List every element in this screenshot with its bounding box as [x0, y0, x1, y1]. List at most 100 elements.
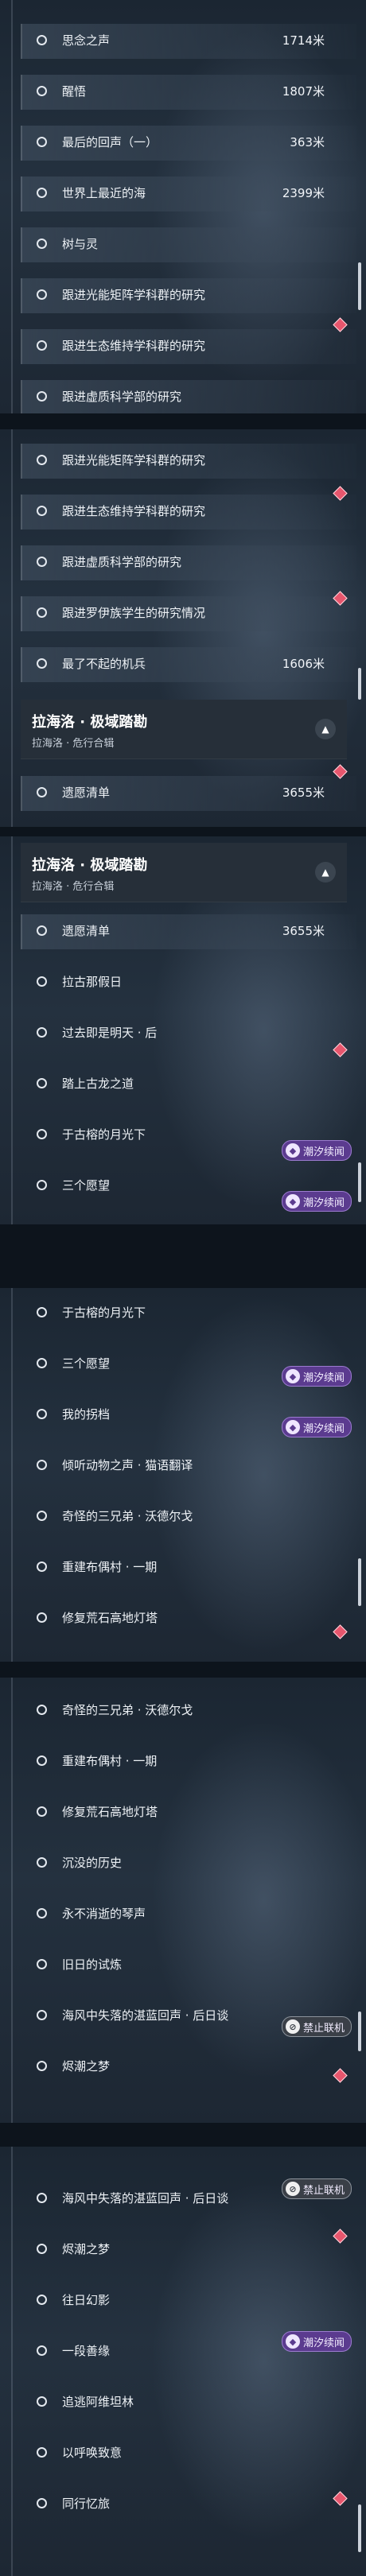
- quest-title: 跟进生态维持学科群的研究: [62, 504, 206, 518]
- quest-item[interactable]: 重建布偶村 · 一期: [0, 1542, 366, 1593]
- quest-item[interactable]: 以呼唤致意: [0, 2428, 366, 2479]
- scrollbar-thumb[interactable]: [358, 262, 361, 310]
- quest-item[interactable]: 跟进罗伊族学生的研究情况: [0, 588, 366, 639]
- quest-item[interactable]: 跟进虚质科学部的研究: [0, 372, 366, 413]
- quest-title: 遗愿清单: [62, 786, 111, 800]
- quest-title: 三个愿望: [62, 1178, 111, 1193]
- radio-icon: [37, 1460, 47, 1470]
- quest-item[interactable]: 跟进虚质科学部的研究: [0, 537, 366, 588]
- quest-item[interactable]: 同行忆旅: [0, 2479, 366, 2530]
- tide-badge: ◆ 潮汐续闻: [281, 1417, 352, 1437]
- no-coop-icon: ⊘: [285, 2182, 300, 2196]
- radio-icon: [37, 86, 47, 96]
- tide-badge: ◆ 潮汐续闻: [281, 1191, 352, 1212]
- quest-item[interactable]: 奇怪的三兄弟 · 沃德尔戈: [0, 1492, 366, 1542]
- quest-title: 往日幻影: [62, 2293, 111, 2307]
- tide-icon: ◆: [285, 2334, 300, 2349]
- quest-panel-strip-3: 拉海洛 · 极域踏勘 拉海洛 · 危行合辑 ▲ 遗愿清单 3655米 拉古那假日 …: [0, 836, 366, 1224]
- radio-icon: [37, 137, 47, 147]
- quest-item[interactable]: 修复荒石高地灯塔: [0, 1593, 366, 1644]
- quest-item[interactable]: 于古榕的月光下: [0, 1288, 366, 1339]
- radio-icon: [37, 925, 47, 936]
- quest-item[interactable]: 修复荒石高地灯塔: [0, 1787, 366, 1838]
- quest-item[interactable]: 沉没的历史: [0, 1838, 366, 1889]
- radio-icon: [37, 188, 47, 198]
- quest-item[interactable]: 跟进光能矩阵学科群的研究: [0, 436, 366, 487]
- radio-icon: [37, 2295, 47, 2305]
- tide-badge: ◆ 潮汐续闻: [281, 1366, 352, 1387]
- quest-panel-strip-4: 于古榕的月光下 三个愿望 我的拐档 倾听动物之声 · 猫语翻译 奇怪的三兄弟 ·…: [0, 1288, 366, 1662]
- radio-icon: [37, 506, 47, 516]
- quest-title: 同行忆旅: [62, 2496, 111, 2511]
- quest-item[interactable]: 思念之声 1714米: [0, 16, 366, 67]
- quest-item[interactable]: 烬潮之梦: [0, 2042, 366, 2093]
- radio-icon: [37, 35, 47, 45]
- quest-title: 于古榕的月光下: [62, 1127, 146, 1142]
- no-coop-badge: ⊘ 禁止联机: [281, 2016, 352, 2037]
- radio-icon: [37, 976, 47, 987]
- quest-group-header[interactable]: 拉海洛 · 极域踏勘 拉海洛 · 危行合辑 ▲: [21, 700, 347, 759]
- quest-distance: 3655米: [282, 786, 325, 800]
- quest-item[interactable]: 永不消逝的琴声: [0, 1889, 366, 1940]
- quest-item[interactable]: 最后的回声（一） 363米: [0, 118, 366, 169]
- radio-icon: [37, 1562, 47, 1572]
- quest-item[interactable]: 奇怪的三兄弟 · 沃德尔戈: [0, 1686, 366, 1736]
- quest-item[interactable]: 最了不起的机兵 1606米: [0, 639, 366, 690]
- quest-item[interactable]: 世界上最近的海 2399米: [0, 169, 366, 219]
- quest-title: 永不消逝的琴声: [62, 1907, 146, 1921]
- quest-item[interactable]: 跟进生态维持学科群的研究: [0, 487, 366, 537]
- quest-item[interactable]: 拉古那假日: [0, 957, 366, 1008]
- quest-item[interactable]: 过去即是明天 · 后: [0, 1008, 366, 1059]
- quest-item[interactable]: 倾听动物之声 · 猫语翻译: [0, 1441, 366, 1492]
- group-title: 拉海洛 · 极域踏勘: [32, 714, 148, 731]
- no-coop-badge-label: 禁止联机: [302, 2022, 345, 2035]
- radio-icon: [37, 391, 47, 402]
- quest-title: 思念之声: [62, 33, 111, 48]
- quest-item[interactable]: 遗愿清单 3655米: [0, 906, 366, 957]
- quest-title: 三个愿望: [62, 1356, 111, 1371]
- quest-panel-strip-5: 奇怪的三兄弟 · 沃德尔戈 重建布偶村 · 一期 修复荒石高地灯塔 沉没的历史 …: [0, 1678, 366, 2123]
- quest-title: 奇怪的三兄弟 · 沃德尔戈: [62, 1509, 193, 1523]
- tide-icon: ◆: [285, 1369, 300, 1383]
- quest-item[interactable]: 重建布偶村 · 一期: [0, 1736, 366, 1787]
- quest-title: 世界上最近的海: [62, 186, 146, 200]
- no-coop-badge-label: 禁止联机: [302, 2184, 345, 2197]
- quest-distance: 1606米: [282, 657, 325, 671]
- radio-icon: [37, 2061, 47, 2071]
- quest-item[interactable]: 追逃阿维坦林: [0, 2377, 366, 2428]
- quest-item[interactable]: 跟进光能矩阵学科群的研究: [0, 270, 366, 321]
- no-coop-icon: ⊘: [285, 2019, 300, 2034]
- quest-item[interactable]: 醒悟 1807米: [0, 67, 366, 118]
- quest-item[interactable]: 烬潮之梦: [0, 2225, 366, 2275]
- quest-title: 跟进光能矩阵学科群的研究: [62, 453, 206, 467]
- scrollbar-thumb[interactable]: [358, 1162, 361, 1202]
- quest-item[interactable]: 遗愿清单 3655米: [0, 768, 366, 819]
- scrollbar-thumb[interactable]: [358, 668, 361, 700]
- radio-icon: [37, 2498, 47, 2508]
- radio-icon: [37, 607, 47, 618]
- tide-icon: ◆: [285, 1420, 300, 1434]
- quest-item[interactable]: 旧日的试炼: [0, 1940, 366, 1991]
- quest-item[interactable]: 踏上古龙之道: [0, 1059, 366, 1110]
- scrollbar-thumb[interactable]: [358, 2012, 361, 2051]
- quest-title: 最后的回声（一）: [62, 135, 158, 149]
- scrollbar-thumb[interactable]: [358, 2504, 361, 2552]
- quest-title: 追逃阿维坦林: [62, 2395, 134, 2409]
- quest-item[interactable]: 树与灵: [0, 219, 366, 270]
- chevron-up-icon[interactable]: ▲: [315, 862, 336, 883]
- quest-distance: 363米: [290, 135, 325, 149]
- quest-title: 跟进虚质科学部的研究: [62, 555, 182, 569]
- chevron-up-icon[interactable]: ▲: [315, 719, 336, 739]
- radio-icon: [37, 1908, 47, 1918]
- quest-item[interactable]: 跟进生态维持学科群的研究: [0, 321, 366, 372]
- quest-panel-strip-1: 思念之声 1714米 醒悟 1807米 最后的回声（一） 363米 世界上最近的海 23…: [0, 0, 366, 413]
- quest-distance: 2399米: [282, 186, 325, 200]
- quest-title: 重建布偶村 · 一期: [62, 1560, 158, 1574]
- quest-group-header[interactable]: 拉海洛 · 极域踏勘 拉海洛 · 危行合辑 ▲: [21, 843, 347, 902]
- quest-item[interactable]: 往日幻影: [0, 2275, 366, 2326]
- scrollbar-thumb[interactable]: [358, 1558, 361, 1606]
- radio-icon: [37, 2345, 47, 2356]
- radio-icon: [37, 1180, 47, 1190]
- quest-title: 树与灵: [62, 237, 99, 251]
- quest-title: 遗愿清单: [62, 924, 111, 938]
